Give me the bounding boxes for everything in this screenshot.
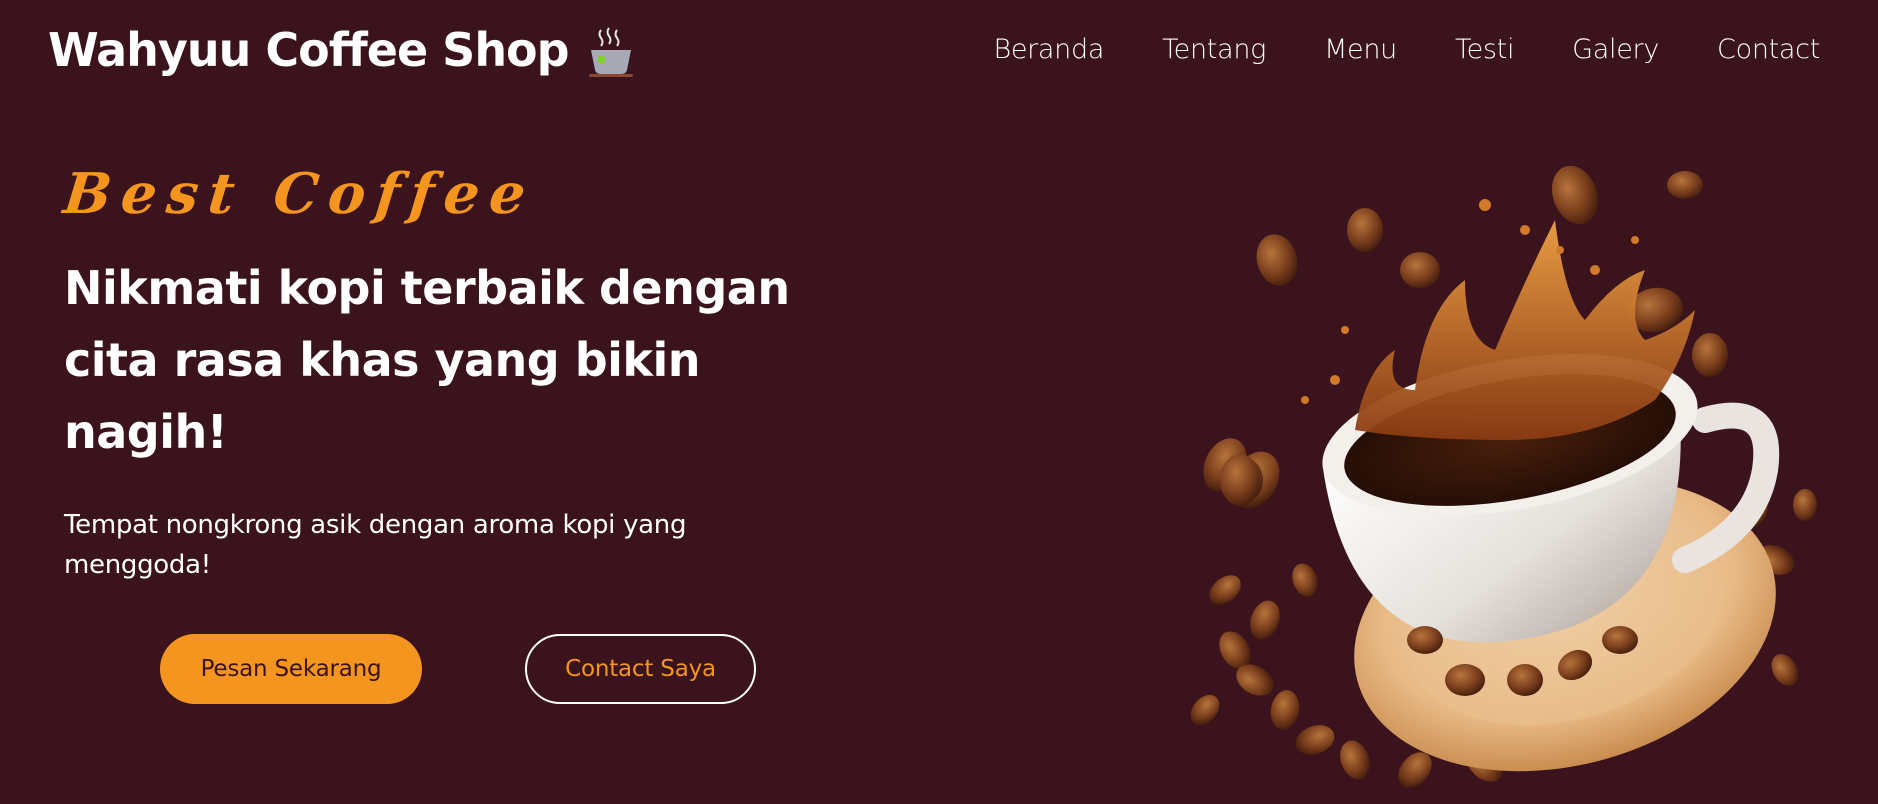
order-now-button[interactable]: Pesan Sekarang: [160, 634, 422, 704]
brand[interactable]: Wahyuu Coffee Shop: [48, 18, 635, 82]
landing-page: Wahyuu Coffee Shop Beranda Tentang Menu …: [0, 0, 1878, 804]
hero-headline: Nikmati kopi terbaik dengan cita rasa kh…: [64, 261, 790, 459]
brand-title: Wahyuu Coffee Shop: [48, 23, 570, 77]
nav-beranda[interactable]: Beranda: [993, 30, 1104, 70]
nav-tentang[interactable]: Tentang: [1162, 30, 1266, 70]
hero-tagline: Tempat nongkrong asik dengan aroma kopi …: [64, 510, 687, 580]
nav-testi[interactable]: Testi: [1455, 30, 1514, 70]
contact-button[interactable]: Contact Saya: [525, 634, 756, 704]
hero-eyebrow: Best Coffee: [60, 161, 539, 227]
main-nav: Beranda Tentang Menu Testi Galery Contac…: [993, 30, 1820, 70]
coffee-cup-splash-image: [1190, 165, 1817, 788]
nav-contact[interactable]: Contact: [1717, 30, 1820, 70]
nav-menu[interactable]: Menu: [1324, 30, 1397, 70]
nav-galery[interactable]: Galery: [1572, 30, 1659, 70]
hot-tea-cup-icon: [588, 27, 633, 77]
